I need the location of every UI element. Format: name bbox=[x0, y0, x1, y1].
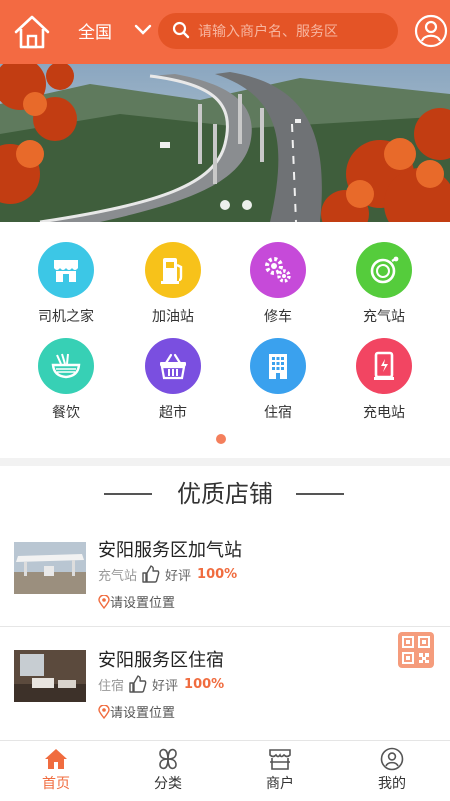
shop-list-item[interactable]: 安阳服务区加气站 充气站 好评 100% 请设置位置 bbox=[0, 520, 450, 628]
profile-icon[interactable] bbox=[414, 14, 448, 48]
section-title: 优质店铺 bbox=[177, 480, 273, 508]
divider bbox=[0, 626, 450, 627]
search-icon bbox=[172, 21, 190, 39]
category-label: 住宿 bbox=[264, 405, 292, 421]
category-supermarket[interactable]: 超市 bbox=[128, 338, 218, 426]
rating-value: 100% bbox=[184, 676, 225, 692]
tab-category[interactable]: 分类 bbox=[112, 741, 224, 801]
category-label: 司机之家 bbox=[38, 309, 94, 325]
rating-value: 100% bbox=[197, 566, 238, 582]
charging-station-icon bbox=[356, 338, 412, 394]
shop-category: 住宿 bbox=[98, 678, 125, 694]
category-label: 充气站 bbox=[363, 309, 405, 325]
category-label: 超市 bbox=[159, 405, 187, 421]
shop-meta: 住宿 好评 100% bbox=[98, 674, 224, 694]
tab-label: 我的 bbox=[378, 776, 406, 792]
location-text: 请设置位置 bbox=[110, 596, 176, 611]
category-car-repair[interactable]: 修车 bbox=[233, 242, 323, 330]
basket-icon bbox=[145, 338, 201, 394]
category-label: 修车 bbox=[264, 309, 292, 325]
noodle-bowl-icon bbox=[38, 338, 94, 394]
location-pin-icon bbox=[98, 594, 110, 609]
home-icon[interactable] bbox=[12, 12, 52, 52]
shop-list-item[interactable]: 安阳服务区住宿 住宿 好评 100% 请设置位置 bbox=[0, 630, 450, 738]
shop-thumbnail bbox=[14, 542, 86, 594]
category-gas-filling[interactable]: 充气站 bbox=[339, 242, 429, 330]
top-bar: 全国 bbox=[0, 0, 450, 64]
thumbs-up-icon bbox=[142, 565, 160, 583]
rating-label: 好评 bbox=[165, 568, 192, 584]
thumbs-up-icon bbox=[129, 675, 147, 693]
banner-pagination bbox=[0, 200, 450, 212]
fuel-pump-icon bbox=[145, 242, 201, 298]
home-icon bbox=[45, 749, 67, 769]
category-label: 充电站 bbox=[363, 405, 405, 421]
search-bar[interactable] bbox=[158, 13, 398, 49]
shop-meta: 充气站 好评 100% bbox=[98, 564, 237, 584]
shop-category: 充气站 bbox=[98, 568, 138, 584]
category-page-indicator[interactable] bbox=[216, 434, 226, 444]
shop-name: 安阳服务区住宿 bbox=[98, 650, 224, 671]
qr-code-icon bbox=[402, 636, 430, 664]
shop-location[interactable]: 请设置位置 bbox=[98, 592, 175, 611]
category-label: 餐饮 bbox=[52, 405, 80, 421]
search-input[interactable] bbox=[196, 19, 395, 45]
divider bbox=[296, 493, 344, 495]
rating-label: 好评 bbox=[152, 678, 179, 694]
region-selector-label[interactable]: 全国 bbox=[78, 18, 112, 43]
category-grid: 司机之家 加油站 修车 充气站 餐饮 超市 住宿 充电站 bbox=[0, 222, 450, 458]
banner-image[interactable] bbox=[0, 64, 450, 222]
shop-name: 安阳服务区加气站 bbox=[98, 540, 242, 561]
tab-label: 分类 bbox=[154, 776, 182, 792]
quality-shops-section: 优质店铺 安阳服务区加气站 充气站 好评 100% 请设置位置 安阳服务区住宿 … bbox=[0, 466, 450, 740]
tab-home[interactable]: 首页 bbox=[0, 741, 112, 801]
shop-location[interactable]: 请设置位置 bbox=[98, 702, 175, 721]
gauge-icon bbox=[356, 242, 412, 298]
banner-dot[interactable] bbox=[220, 200, 230, 210]
category-charging-station[interactable]: 充电站 bbox=[339, 338, 429, 426]
shop-thumbnail bbox=[14, 650, 86, 702]
gears-icon bbox=[250, 242, 306, 298]
bottom-tab-bar: 首页 分类 商户 我的 bbox=[0, 740, 450, 801]
user-icon bbox=[380, 747, 404, 771]
location-pin-icon bbox=[98, 704, 110, 719]
category-drivers-home[interactable]: 司机之家 bbox=[21, 242, 111, 330]
category-icon bbox=[159, 748, 177, 770]
shop-icon bbox=[269, 749, 291, 770]
category-gas-station[interactable]: 加油站 bbox=[128, 242, 218, 330]
category-lodging[interactable]: 住宿 bbox=[233, 338, 323, 426]
building-icon bbox=[250, 338, 306, 394]
category-dining[interactable]: 餐饮 bbox=[21, 338, 111, 426]
chevron-down-icon[interactable] bbox=[134, 22, 152, 38]
location-text: 请设置位置 bbox=[110, 706, 176, 721]
tab-merchants[interactable]: 商户 bbox=[224, 741, 336, 801]
tab-label: 首页 bbox=[42, 776, 70, 792]
banner-dot[interactable] bbox=[242, 200, 252, 210]
storefront-icon bbox=[38, 242, 94, 298]
tab-mine[interactable]: 我的 bbox=[336, 741, 448, 801]
category-label: 加油站 bbox=[152, 309, 194, 325]
tab-label: 商户 bbox=[266, 776, 294, 792]
qr-code-button[interactable] bbox=[398, 632, 434, 668]
